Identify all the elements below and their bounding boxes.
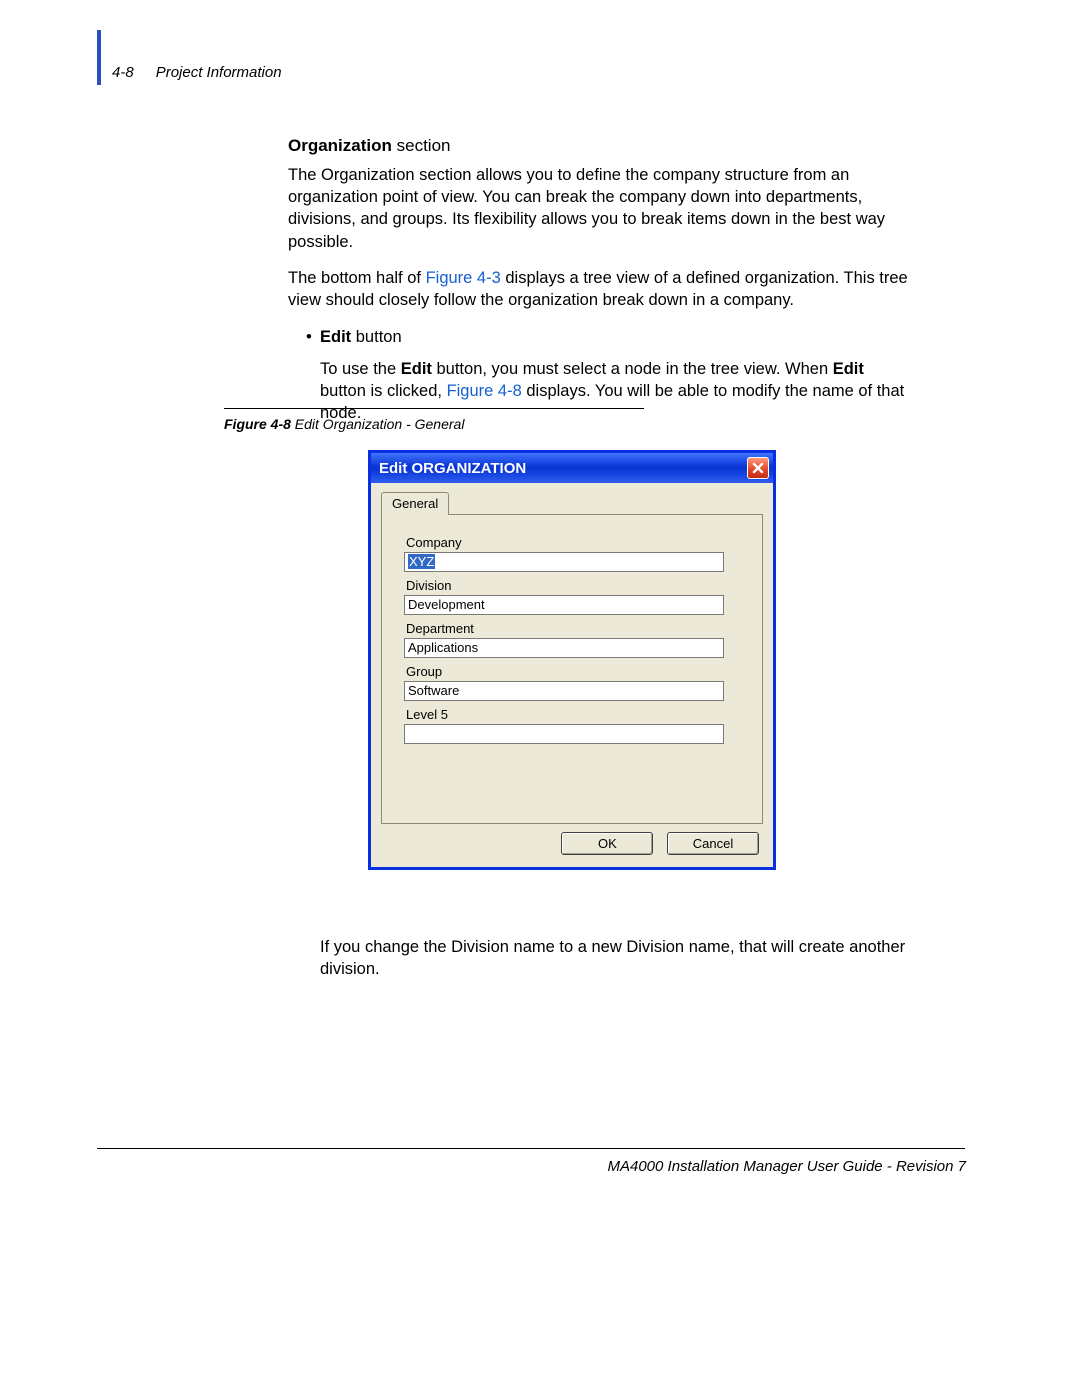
input-division[interactable]: Development [404, 595, 724, 615]
close-button[interactable] [747, 457, 769, 479]
bullet-rest: button [351, 328, 401, 346]
cancel-button[interactable]: Cancel [667, 832, 759, 855]
figure-rule [224, 408, 644, 409]
figure-caption-text: Edit Organization - General [291, 416, 465, 432]
paragraph-2: The bottom half of Figure 4-3 displays a… [288, 267, 908, 312]
body-column: Organization section The Organization se… [288, 135, 908, 441]
label-division: Division [406, 578, 744, 593]
input-group[interactable]: Software [404, 681, 724, 701]
tab-panel-general: Company XYZ Division Development Departm… [381, 514, 763, 824]
edit-organization-dialog-figure: Edit ORGANIZATION General Company XYZ Di… [368, 450, 776, 870]
dialog-titlebar[interactable]: Edit ORGANIZATION [371, 453, 773, 483]
paragraph-after-figure: If you change the Division name to a new… [320, 936, 910, 981]
tab-general[interactable]: General [381, 492, 449, 515]
running-header: 4-8 Project Information [112, 64, 282, 81]
bullet-dot-icon: • [306, 326, 320, 348]
ok-button[interactable]: OK [561, 832, 653, 855]
label-level5: Level 5 [406, 707, 744, 722]
bullet-bold: Edit [320, 328, 351, 346]
figure-label: Figure 4-8 [224, 416, 291, 432]
header-accent-bar [97, 30, 101, 85]
figure-4-3-link[interactable]: Figure 4-3 [426, 269, 501, 287]
input-company[interactable]: XYZ [404, 552, 724, 572]
figure-4-8-link[interactable]: Figure 4-8 [447, 382, 522, 400]
document-page: 4-8 Project Information Organization sect… [0, 0, 1080, 1397]
label-group: Group [406, 664, 744, 679]
label-department: Department [406, 621, 744, 636]
close-icon [751, 461, 765, 475]
paragraph-1: The Organization section allows you to d… [288, 164, 908, 253]
paragraph-3: To use the Edit button, you must select … [320, 358, 908, 425]
section-heading: Organization section [288, 135, 908, 158]
header-section-title: Project Information [156, 64, 282, 81]
section-heading-rest: section [392, 136, 451, 155]
page-number: 4-8 [112, 64, 134, 81]
bullet-edit-button: •Edit button [306, 326, 908, 348]
figure-caption: Figure 4-8 Edit Organization - General [224, 416, 464, 432]
section-heading-bold: Organization [288, 136, 392, 155]
label-company: Company [406, 535, 744, 550]
edit-organization-dialog: Edit ORGANIZATION General Company XYZ Di… [368, 450, 776, 870]
dialog-button-row: OK Cancel [371, 824, 773, 867]
input-level5[interactable] [404, 724, 724, 744]
footer-text: MA4000 Installation Manager User Guide -… [607, 1158, 966, 1175]
tab-strip: General [371, 483, 773, 514]
dialog-title: Edit ORGANIZATION [379, 460, 526, 477]
footer-rule [97, 1148, 965, 1149]
input-department[interactable]: Applications [404, 638, 724, 658]
